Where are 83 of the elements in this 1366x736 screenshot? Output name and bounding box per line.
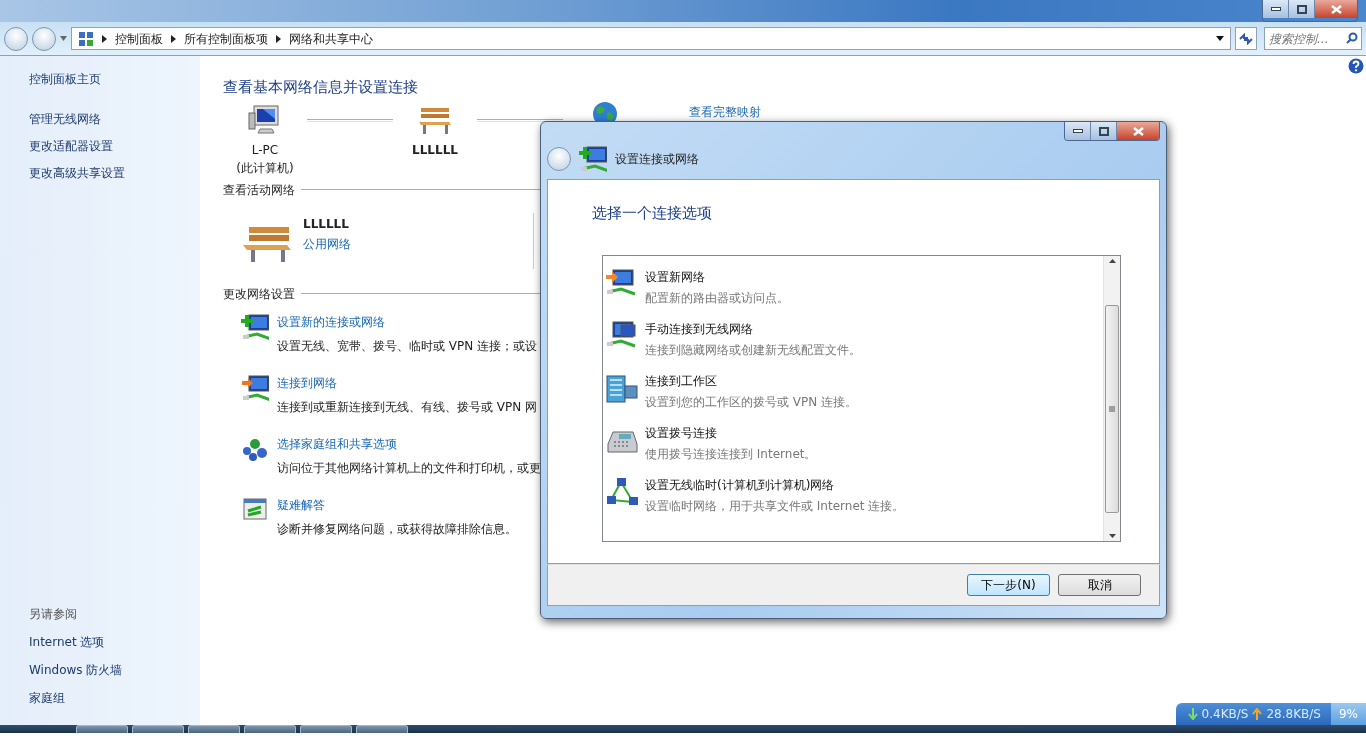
network-name: LLLLLL xyxy=(303,215,350,233)
node-label: (此计算机) xyxy=(236,159,294,177)
page-title: 查看基本网络信息并设置连接 xyxy=(223,77,418,98)
cancel-button[interactable]: 取消 xyxy=(1058,574,1141,596)
task-description: 连接到或重新连接到无线、有线、拨号或 VPN 网 xyxy=(277,398,538,416)
sidebar-link[interactable]: Windows 防火墙 xyxy=(29,661,200,679)
network-arrow-icon xyxy=(241,373,269,402)
node-label: L-PC xyxy=(251,141,279,159)
dialog-title: 设置连接或网络 xyxy=(615,151,699,168)
task-link[interactable]: 设置新的连接或网络 xyxy=(277,312,538,331)
scrollbar[interactable] xyxy=(1103,255,1120,541)
taskbar-button[interactable] xyxy=(300,725,352,733)
maximize-icon xyxy=(1098,126,1109,136)
dialog-heading: 选择一个连接选项 xyxy=(592,203,713,224)
sidebar-link[interactable]: 更改高级共享设置 xyxy=(29,164,200,182)
refresh-icon xyxy=(1239,32,1253,45)
taskbar-button[interactable] xyxy=(188,725,240,733)
scroll-thumb[interactable] xyxy=(1105,304,1119,513)
task-link[interactable]: 疑难解答 xyxy=(277,495,517,514)
forward-button[interactable] xyxy=(32,26,56,51)
download-arrow-icon xyxy=(1187,708,1198,720)
upload-arrow-icon xyxy=(1252,708,1263,720)
breadcrumb-item[interactable]: 网络和共享中心 xyxy=(289,29,373,48)
option-item[interactable]: 连接到工作区 设置到您的工作区的拨号或 VPN 连接。 xyxy=(603,371,1103,411)
option-item[interactable]: 设置无线临时(计算机到计算机)网络 设置临时网络，用于共享文件或 Internet 连接。 xyxy=(603,475,1103,515)
download-speed: 0.4KB/S xyxy=(1201,706,1249,723)
task-link[interactable]: 连接到网络 xyxy=(277,373,538,392)
sidebar-link[interactable]: 管理无线网络 xyxy=(29,110,200,128)
sidebar-link[interactable]: 控制面板主页 xyxy=(29,70,200,88)
maximize-button[interactable] xyxy=(1289,0,1315,18)
address-bar[interactable]: 控制面板 所有控制面板项 网络和共享中心 xyxy=(71,27,1231,50)
network-add-icon xyxy=(241,312,269,341)
node-label: LLLLLL xyxy=(412,141,458,159)
option-item[interactable]: 手动连接到无线网络 连接到隐藏网络或创建新无线配置文件。 xyxy=(603,319,1103,359)
chevron-icon xyxy=(102,34,107,43)
sidebar-link[interactable]: 家庭组 xyxy=(29,689,200,707)
task-description: 诊断并修复网络问题，或获得故障排除信息。 xyxy=(277,520,517,538)
minimize-button[interactable] xyxy=(1263,0,1289,18)
close-icon xyxy=(1132,126,1144,136)
minimize-button[interactable] xyxy=(1065,122,1091,140)
sidebar-link[interactable]: Internet 选项 xyxy=(29,633,200,651)
network-type-link[interactable]: 公用网络 xyxy=(303,234,351,253)
back-button[interactable] xyxy=(4,26,28,51)
section-heading: 查看活动网络 xyxy=(223,181,295,199)
scroll-down-icon xyxy=(1108,533,1116,538)
network-add-icon xyxy=(579,145,607,173)
see-also-heading: 另请参阅 xyxy=(29,606,78,623)
breadcrumb-item[interactable]: 控制面板 xyxy=(115,29,163,48)
taskbar-button[interactable] xyxy=(356,725,408,733)
option-item[interactable]: 设置拨号连接 使用拨号连接连接到 Internet。 xyxy=(603,423,1103,463)
control-panel-icon xyxy=(78,30,94,47)
task-description: 设置无线、宽带、拨号、临时或 VPN 连接；或设 xyxy=(277,337,538,355)
next-button[interactable]: 下一步(N) xyxy=(967,574,1050,596)
task-link[interactable]: 选择家庭组和共享选项 xyxy=(277,434,541,453)
adhoc-network-icon xyxy=(605,475,639,508)
maximize-button[interactable] xyxy=(1091,122,1117,140)
sidebar-link[interactable]: 更改适配器设置 xyxy=(29,137,200,155)
close-button[interactable] xyxy=(1117,122,1159,140)
refresh-button[interactable] xyxy=(1235,27,1257,50)
dropdown-arrow-icon xyxy=(1216,36,1224,41)
taskbar-button[interactable] xyxy=(132,725,184,733)
task-description: 访问位于其他网络计算机上的文件和打印机，或更 xyxy=(277,459,541,477)
minimize-icon xyxy=(1072,129,1083,133)
upload-speed: 28.8KB/S xyxy=(1266,706,1321,723)
search-field[interactable]: 搜索控制... xyxy=(1264,27,1362,50)
dropdown-arrow-icon xyxy=(60,36,67,41)
help-icon xyxy=(1348,58,1364,74)
option-item[interactable]: 设置新网络 配置新的路由器或访问点。 xyxy=(603,267,1103,307)
close-icon xyxy=(1330,4,1342,14)
cpu-usage: 9% xyxy=(1330,703,1366,725)
chevron-icon xyxy=(276,34,281,43)
taskbar-button[interactable] xyxy=(76,725,128,733)
close-button[interactable] xyxy=(1315,0,1357,18)
section-heading: 更改网络设置 xyxy=(223,285,295,303)
scroll-up-icon xyxy=(1108,258,1116,263)
breadcrumb-item[interactable]: 所有控制面板项 xyxy=(184,29,268,48)
chevron-icon xyxy=(171,34,176,43)
search-icon xyxy=(1346,32,1358,44)
full-map-link[interactable]: 查看完整映射 xyxy=(689,102,761,121)
back-button[interactable] xyxy=(547,147,571,171)
maximize-icon xyxy=(1296,4,1307,14)
taskbar-button[interactable] xyxy=(244,725,296,733)
minimize-icon xyxy=(1270,7,1281,11)
